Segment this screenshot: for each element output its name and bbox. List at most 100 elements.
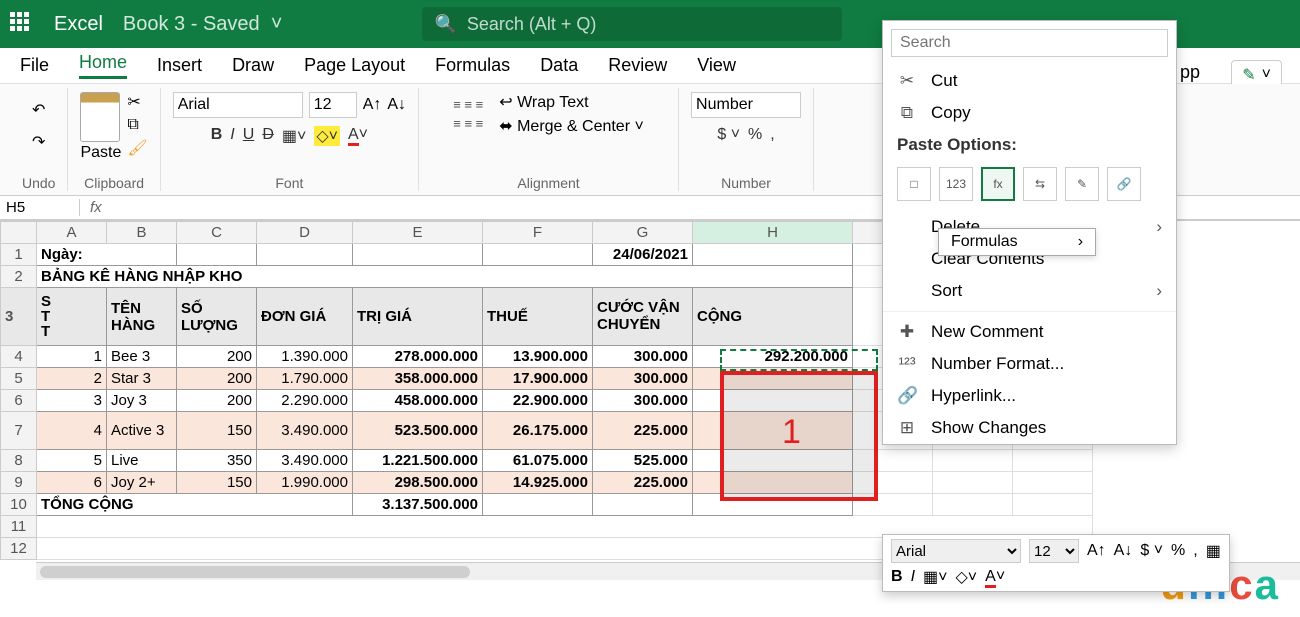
cell[interactable]: 1.221.500.000 bbox=[353, 450, 483, 472]
mini-font-color[interactable]: A˅ bbox=[985, 568, 1005, 586]
mini-grow-font[interactable]: A↑ bbox=[1087, 542, 1106, 560]
mini-border2[interactable]: ▦˅ bbox=[923, 567, 947, 587]
paste-opt-link[interactable]: 🔗 bbox=[1107, 167, 1141, 201]
cell[interactable]: Star 3 bbox=[107, 368, 177, 390]
strike-button[interactable]: D bbox=[262, 126, 274, 146]
cell[interactable] bbox=[693, 412, 853, 450]
cell[interactable]: 458.000.000 bbox=[353, 390, 483, 412]
paste-button[interactable] bbox=[80, 92, 120, 142]
mini-size-select[interactable]: 12 bbox=[1029, 539, 1079, 563]
format-painter-icon[interactable]: 🖌 bbox=[127, 138, 147, 158]
copy-icon[interactable]: ⧉ bbox=[127, 116, 147, 134]
italic-button[interactable]: I bbox=[230, 126, 234, 146]
cell[interactable]: 278.000.000 bbox=[353, 346, 483, 368]
redo-button[interactable]: ↷ bbox=[25, 128, 53, 156]
tab-view[interactable]: View bbox=[697, 55, 736, 76]
document-name[interactable]: Book 3 - Saved ˅ bbox=[123, 13, 283, 36]
search-box[interactable]: 🔍 Search (Alt + Q) bbox=[422, 7, 842, 41]
cell[interactable]: 2.290.000 bbox=[257, 390, 353, 412]
cell[interactable]: Active 3 bbox=[107, 412, 177, 450]
cell[interactable]: 300.000 bbox=[593, 390, 693, 412]
cell[interactable]: 2 bbox=[37, 368, 107, 390]
tab-home[interactable]: Home bbox=[79, 52, 127, 79]
mini-shrink-font[interactable]: A↓ bbox=[1114, 542, 1133, 560]
paste-opt-formulas[interactable]: fx bbox=[981, 167, 1015, 201]
paste-opt-all[interactable]: □ bbox=[897, 167, 931, 201]
cell[interactable] bbox=[693, 472, 853, 494]
cell[interactable] bbox=[693, 450, 853, 472]
ctx-number-format[interactable]: ¹²³Number Format... bbox=[883, 348, 1176, 380]
cell[interactable]: 358.000.000 bbox=[353, 368, 483, 390]
ctx-sort[interactable]: Sort› bbox=[883, 275, 1176, 307]
cell[interactable]: 150 bbox=[177, 472, 257, 494]
cell[interactable]: 225.000 bbox=[593, 472, 693, 494]
context-search-input[interactable] bbox=[891, 29, 1168, 57]
cell[interactable]: 150 bbox=[177, 412, 257, 450]
font-color-button[interactable]: A˅ bbox=[348, 126, 368, 146]
number-format-select[interactable] bbox=[691, 92, 801, 118]
fx-label[interactable]: fx bbox=[80, 199, 112, 216]
cell[interactable]: 298.500.000 bbox=[353, 472, 483, 494]
mini-bold[interactable]: B bbox=[891, 568, 903, 586]
date-value[interactable]: 24/06/2021 bbox=[593, 244, 693, 266]
tab-data[interactable]: Data bbox=[540, 55, 578, 76]
paste-opt-transpose[interactable]: ⇆ bbox=[1023, 167, 1057, 201]
bold-button[interactable]: B bbox=[211, 126, 223, 146]
cell[interactable]: Joy 3 bbox=[107, 390, 177, 412]
date-label[interactable]: Ngày: bbox=[37, 244, 177, 266]
tab-formulas[interactable]: Formulas bbox=[435, 55, 510, 76]
ctx-copy[interactable]: ⧉Copy bbox=[883, 97, 1176, 129]
border-button[interactable]: ▦˅ bbox=[282, 126, 306, 146]
cell[interactable]: 200 bbox=[177, 390, 257, 412]
cell[interactable]: 1.790.000 bbox=[257, 368, 353, 390]
mini-percent[interactable]: % bbox=[1171, 542, 1185, 560]
cell[interactable]: 225.000 bbox=[593, 412, 693, 450]
underline-button[interactable]: U bbox=[243, 126, 255, 146]
cell[interactable]: 350 bbox=[177, 450, 257, 472]
undo-button[interactable]: ↶ bbox=[25, 96, 53, 124]
paste-opt-values[interactable]: 123 bbox=[939, 167, 973, 201]
cell[interactable] bbox=[693, 368, 853, 390]
ctx-show-changes[interactable]: ⊞Show Changes bbox=[883, 412, 1176, 444]
cell[interactable]: 300.000 bbox=[593, 346, 693, 368]
cell[interactable]: 13.900.000 bbox=[483, 346, 593, 368]
tab-review[interactable]: Review bbox=[608, 55, 667, 76]
cell[interactable]: 300.000 bbox=[593, 368, 693, 390]
app-launcher-icon[interactable] bbox=[10, 12, 34, 36]
cell[interactable]: 200 bbox=[177, 346, 257, 368]
mini-fill[interactable]: ◇˅ bbox=[955, 567, 977, 587]
comma-button[interactable]: , bbox=[770, 126, 774, 144]
cell[interactable]: 200 bbox=[177, 368, 257, 390]
cell[interactable]: 1.390.000 bbox=[257, 346, 353, 368]
cell[interactable]: 14.925.000 bbox=[483, 472, 593, 494]
cell[interactable]: 523.500.000 bbox=[353, 412, 483, 450]
fill-color-button[interactable]: ◇˅ bbox=[314, 126, 340, 146]
mini-border[interactable]: ▦ bbox=[1206, 541, 1221, 561]
wrap-text-button[interactable]: ↩ Wrap Text bbox=[499, 92, 644, 112]
select-all[interactable] bbox=[1, 222, 37, 244]
ctx-new-comment[interactable]: ✚New Comment bbox=[883, 316, 1176, 348]
ctx-hyperlink[interactable]: 🔗Hyperlink... bbox=[883, 380, 1176, 412]
cell[interactable] bbox=[693, 390, 853, 412]
tab-file[interactable]: File bbox=[20, 55, 49, 76]
mini-currency[interactable]: $ ˅ bbox=[1140, 542, 1163, 560]
sheet-title[interactable]: BẢNG KÊ HÀNG NHẬP KHO bbox=[37, 266, 853, 288]
mini-italic[interactable]: I bbox=[911, 568, 915, 586]
cell[interactable]: 3 bbox=[37, 390, 107, 412]
cell[interactable]: 61.075.000 bbox=[483, 450, 593, 472]
cell[interactable]: 3.490.000 bbox=[257, 412, 353, 450]
total-label[interactable]: TỔNG CỘNG bbox=[37, 494, 353, 516]
font-name-select[interactable] bbox=[173, 92, 303, 118]
tab-insert[interactable]: Insert bbox=[157, 55, 202, 76]
total-value[interactable]: 3.137.500.000 bbox=[353, 494, 483, 516]
cell[interactable]: 292.200.000 bbox=[693, 346, 853, 368]
cell[interactable]: 17.900.000 bbox=[483, 368, 593, 390]
cell[interactable]: 3.490.000 bbox=[257, 450, 353, 472]
cell[interactable]: 1.990.000 bbox=[257, 472, 353, 494]
tab-draw[interactable]: Draw bbox=[232, 55, 274, 76]
cell[interactable]: 1 bbox=[37, 346, 107, 368]
shrink-font-icon[interactable]: A↓ bbox=[387, 96, 406, 114]
merge-center-button[interactable]: ⬌ Merge & Center ˅ bbox=[499, 116, 644, 136]
mini-font-select[interactable]: Arial bbox=[891, 539, 1021, 563]
ctx-cut[interactable]: ✂Cut bbox=[883, 65, 1176, 97]
